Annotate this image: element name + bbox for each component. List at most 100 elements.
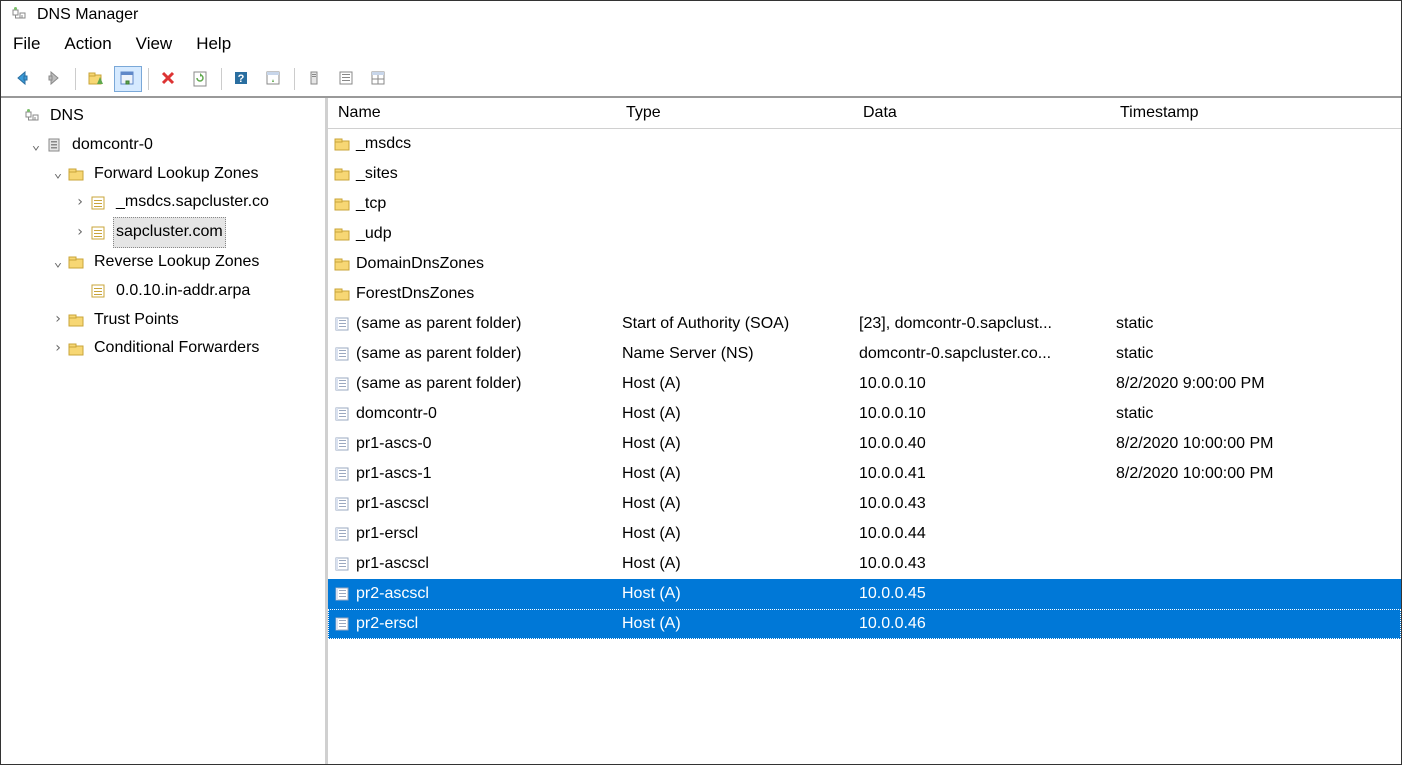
- record-row[interactable]: _tcp: [328, 189, 1401, 219]
- collapse-icon[interactable]: ⌄: [51, 161, 65, 186]
- record-row[interactable]: DomainDnsZones: [328, 249, 1401, 279]
- record-row[interactable]: pr1-ascs-1 Host (A)10.0.0.418/2/2020 10:0…: [328, 459, 1401, 489]
- dns-app-icon: [11, 6, 29, 24]
- record-name: pr1-ascs-1: [356, 465, 432, 483]
- column-header-data[interactable]: Data: [853, 98, 1110, 128]
- tree-dns-root[interactable]: DNS: [1, 102, 325, 131]
- tree-label: sapcluster.com: [113, 217, 226, 248]
- record-row[interactable]: pr1-ascsclHost (A)10.0.0.43: [328, 549, 1401, 579]
- record-type: Host (A): [616, 495, 853, 513]
- record-data: 10.0.0.44: [853, 525, 1110, 543]
- collapse-icon[interactable]: ⌄: [29, 133, 43, 158]
- record-type: Start of Authority (SOA): [616, 315, 853, 333]
- folder-icon: [334, 196, 350, 212]
- record-row[interactable]: (same as parent folder) Start of Authorit…: [328, 309, 1401, 339]
- up-button[interactable]: [82, 66, 110, 92]
- tree-label: Forward Lookup Zones: [91, 160, 262, 189]
- window-title: DNS Manager: [37, 6, 138, 24]
- tree-zone-reverse[interactable]: 0.0.10.in-addr.arpa: [67, 277, 325, 306]
- toolbar-separator: [148, 68, 149, 90]
- record-data: 10.0.0.43: [853, 495, 1110, 513]
- back-button[interactable]: [9, 66, 37, 92]
- folder-icon: [334, 286, 350, 302]
- column-header-timestamp[interactable]: Timestamp: [1110, 98, 1350, 128]
- record-name: pr2-ascscl: [356, 585, 429, 603]
- help-button[interactable]: [228, 66, 256, 92]
- column-header-type[interactable]: Type: [616, 98, 853, 128]
- record-name: (same as parent folder): [356, 315, 521, 333]
- record-row[interactable]: pr2-ersclHost (A)10.0.0.46: [328, 609, 1401, 639]
- panel-button[interactable]: [260, 66, 288, 92]
- tree-zone-sapcluster[interactable]: › sapcluster.com: [67, 217, 325, 248]
- tree-label: _msdcs.sapcluster.co: [113, 188, 272, 217]
- single-server-button[interactable]: [301, 66, 329, 92]
- tree-forward-zones[interactable]: ⌄ Forward Lookup Zones: [45, 160, 325, 189]
- record-name: pr1-erscl: [356, 525, 418, 543]
- record-row[interactable]: _sites: [328, 159, 1401, 189]
- record-row[interactable]: domcontr-0Host (A)10.0.0.10static: [328, 399, 1401, 429]
- tree-trust-points[interactable]: › Trust Points: [45, 306, 325, 335]
- record-icon: [334, 436, 350, 452]
- folder-icon: [67, 165, 85, 183]
- collapse-icon[interactable]: ⌄: [51, 250, 65, 275]
- expand-icon[interactable]: ›: [51, 336, 65, 361]
- folder-icon: [67, 311, 85, 329]
- record-row[interactable]: pr2-ascsclHost (A)10.0.0.45: [328, 579, 1401, 609]
- record-icon: [334, 376, 350, 392]
- record-row[interactable]: (same as parent folder)Host (A)10.0.0.10…: [328, 369, 1401, 399]
- tree-label: Conditional Forwarders: [91, 334, 262, 363]
- record-icon: [334, 406, 350, 422]
- delete-button[interactable]: [155, 66, 183, 92]
- expand-icon[interactable]: ›: [73, 220, 87, 245]
- record-timestamp: 8/2/2020 10:00:00 PM: [1110, 465, 1350, 483]
- record-icon: [334, 346, 350, 362]
- record-data: 10.0.0.41: [853, 465, 1110, 483]
- forward-button[interactable]: [41, 66, 69, 92]
- menu-action[interactable]: Action: [52, 30, 123, 58]
- record-data: 10.0.0.10: [853, 375, 1110, 393]
- column-header-row: Name Type Data Timestamp: [328, 98, 1401, 129]
- record-data: 10.0.0.46: [853, 615, 1110, 633]
- detail-view-button[interactable]: [365, 66, 393, 92]
- column-header-name[interactable]: Name: [328, 98, 616, 128]
- expand-icon[interactable]: ›: [73, 190, 87, 215]
- tree-label: Reverse Lookup Zones: [91, 248, 262, 277]
- record-timestamp: static: [1110, 315, 1350, 333]
- record-name: DomainDnsZones: [356, 255, 484, 273]
- record-type: Host (A): [616, 555, 853, 573]
- tree-conditional-forwarders[interactable]: › Conditional Forwarders: [45, 334, 325, 363]
- refresh-button[interactable]: [187, 66, 215, 92]
- tree-reverse-zones[interactable]: ⌄ Reverse Lookup Zones: [45, 248, 325, 277]
- show-console-button[interactable]: [114, 66, 142, 92]
- record-row[interactable]: _msdcs: [328, 129, 1401, 159]
- dns-icon: [23, 107, 41, 125]
- tree-label: Trust Points: [91, 306, 182, 335]
- toolbar-separator: [75, 68, 76, 90]
- menu-help[interactable]: Help: [184, 30, 243, 58]
- record-name: domcontr-0: [356, 405, 437, 423]
- main-area: DNS ⌄ domcontr-0 ⌄: [1, 97, 1401, 764]
- record-row[interactable]: pr1-ascs-0Host (A)10.0.0.408/2/2020 10:0…: [328, 429, 1401, 459]
- expand-icon[interactable]: ›: [51, 307, 65, 332]
- detail-pane: Name Type Data Timestamp _msdcs_sites_tc…: [328, 98, 1401, 764]
- tree-server[interactable]: ⌄ domcontr-0: [23, 131, 325, 160]
- record-timestamp: 8/2/2020 9:00:00 PM: [1110, 375, 1350, 393]
- record-row[interactable]: pr1-ersclHost (A)10.0.0.44: [328, 519, 1401, 549]
- record-name: pr1-ascscl: [356, 555, 429, 573]
- list-view-button[interactable]: [333, 66, 361, 92]
- zone-icon: [89, 194, 107, 212]
- zone-icon: [89, 282, 107, 300]
- record-row[interactable]: pr1-ascsclHost (A)10.0.0.43: [328, 489, 1401, 519]
- record-type: Host (A): [616, 375, 853, 393]
- record-icon: [334, 616, 350, 632]
- record-data: 10.0.0.10: [853, 405, 1110, 423]
- folder-icon: [67, 253, 85, 271]
- record-row[interactable]: (same as parent folder)Name Server (NS)d…: [328, 339, 1401, 369]
- record-row[interactable]: _udp: [328, 219, 1401, 249]
- tree-zone-msdcs[interactable]: › _msdcs.sapcluster.co: [67, 188, 325, 217]
- menu-view[interactable]: View: [124, 30, 185, 58]
- menu-file[interactable]: File: [9, 30, 52, 58]
- record-data: [23], domcontr-0.sapclust...: [853, 315, 1110, 333]
- record-type: Host (A): [616, 465, 853, 483]
- record-row[interactable]: ForestDnsZones: [328, 279, 1401, 309]
